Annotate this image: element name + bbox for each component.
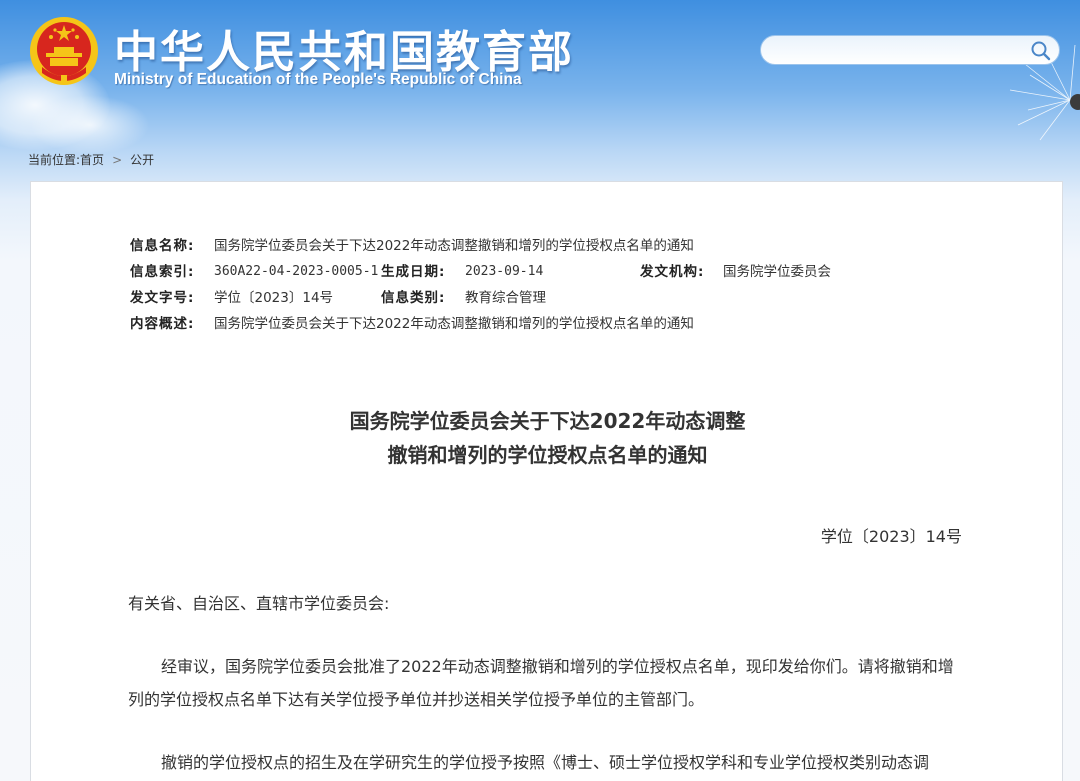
search-icon[interactable] xyxy=(1029,39,1053,61)
document-title-line2: 撤销和增列的学位授权点名单的通知 xyxy=(387,443,708,467)
document-title-line1: 国务院学位委员会关于下达2022年动态调整 xyxy=(349,409,746,433)
meta-org-value: 国务院学位委员会 xyxy=(723,264,831,280)
search-box xyxy=(760,35,1060,65)
document-salutation: 有关省、自治区、直辖市学位委员会: xyxy=(128,594,390,613)
document-paragraph-2: 撤销的学位授权点的招生及在学研究生的学位授予按照《博士、硕士学位授权学科和专业学… xyxy=(161,753,930,772)
site-header: 中华人民共和国教育部 Ministry of Education of the … xyxy=(0,0,1080,155)
document-title: 国务院学位委员会关于下达2022年动态调整 撤销和增列的学位授权点名单的通知 xyxy=(31,404,1064,472)
national-emblem-icon[interactable] xyxy=(28,15,100,87)
document-number: 学位〔2023〕14号 xyxy=(820,527,962,546)
meta-docno-value: 学位〔2023〕14号 xyxy=(214,290,334,306)
meta-index-label: 信息索引: xyxy=(130,264,195,280)
meta-summary-label: 内容概述: xyxy=(130,316,195,332)
breadcrumb-home-link[interactable]: 首页 xyxy=(80,153,104,167)
meta-docno-label: 发文字号: xyxy=(130,290,195,306)
breadcrumb-current-link[interactable]: 公开 xyxy=(130,153,154,167)
site-subtitle: Ministry of Education of the People's Re… xyxy=(114,71,522,88)
cloud-decoration-small xyxy=(30,95,150,155)
meta-category-value: 教育综合管理 xyxy=(465,290,546,306)
article-panel: 信息名称: 国务院学位委员会关于下达2022年动态调整撤销和增列的学位授权点名单… xyxy=(30,181,1063,781)
meta-summary-value: 国务院学位委员会关于下达2022年动态调整撤销和增列的学位授权点名单的通知 xyxy=(214,316,694,332)
document-body: 有关省、自治区、直辖市学位委员会: 经审议，国务院学位委员会批准了2022年动态… xyxy=(128,587,968,781)
meta-date-label: 生成日期: xyxy=(381,264,446,280)
meta-index-value: 360A22-04-2023-0005-1 xyxy=(214,264,379,279)
meta-date-value: 2023-09-14 xyxy=(465,264,544,279)
document-paragraph-1: 经审议，国务院学位委员会批准了2022年动态调整撤销和增列的学位授权点名单，现印… xyxy=(128,657,954,709)
breadcrumb: 当前位置:首页 > 公开 xyxy=(28,151,154,168)
breadcrumb-label: 当前位置: xyxy=(28,153,81,167)
meta-name-label: 信息名称: xyxy=(130,238,195,254)
search-input[interactable] xyxy=(773,39,1017,63)
meta-org-label: 发文机构: xyxy=(640,264,705,280)
breadcrumb-separator: > xyxy=(112,153,123,167)
meta-name-value: 国务院学位委员会关于下达2022年动态调整撤销和增列的学位授权点名单的通知 xyxy=(214,238,694,254)
meta-category-label: 信息类别: xyxy=(381,290,446,306)
